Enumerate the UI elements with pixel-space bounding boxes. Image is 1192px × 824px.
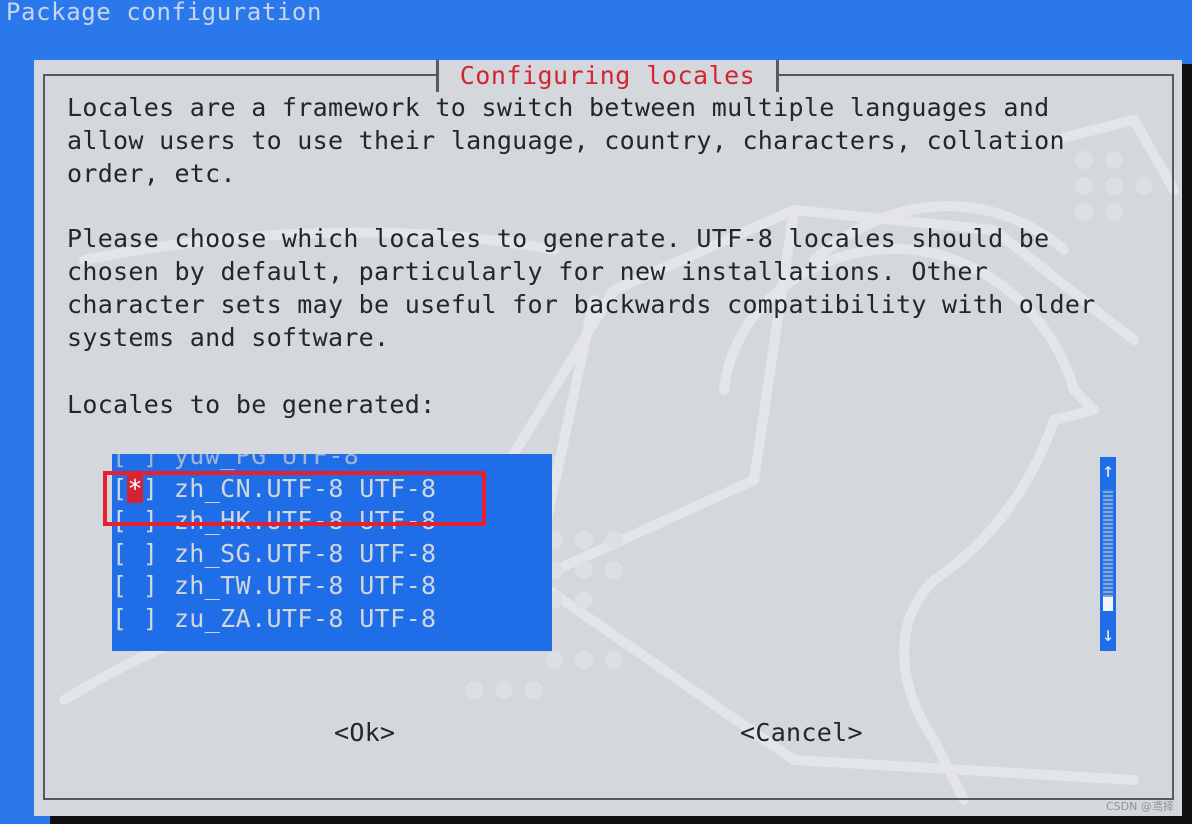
locales-scrollbar[interactable]: ↑ ↓ — [1100, 457, 1116, 651]
description-line: Please choose which locales to generate.… — [67, 224, 1050, 254]
checkbox-open: [ — [112, 454, 128, 470]
locales-dialog: Configuring locales Locales are a framew… — [34, 60, 1182, 816]
dialog-shadow-right — [1182, 64, 1192, 824]
scrollbar-thumb[interactable] — [1103, 597, 1113, 611]
scrollbar-track[interactable] — [1103, 489, 1113, 609]
checkbox-close: ] — [142, 571, 174, 601]
locale-name: zh_SG.UTF-8 UTF-8 — [173, 538, 437, 568]
checkbox-mark[interactable] — [127, 604, 142, 633]
window-title: Package configuration — [6, 0, 323, 26]
cancel-button[interactable]: <Cancel> — [740, 717, 863, 749]
description-line: Locales are a framework to switch betwee… — [67, 93, 1050, 122]
description-line: chosen by default, particularly for new … — [67, 256, 989, 286]
checkbox-mark[interactable] — [127, 571, 142, 600]
locales-list-label: Locales to be generated: — [67, 390, 436, 419]
arrow-up-icon[interactable]: ↑ — [1100, 459, 1116, 481]
checkbox-open: [ — [112, 571, 128, 601]
locale-name: yuw_PG UTF-8 — [173, 454, 360, 470]
locale-item-zh-tw[interactable]: [ ] zh_TW.UTF-8 UTF-8 — [112, 570, 552, 603]
checkbox-open: [ — [112, 538, 128, 568]
checkbox-mark[interactable] — [127, 539, 142, 568]
checkbox-mark[interactable] — [127, 454, 142, 470]
description-line: systems and software. — [67, 322, 390, 352]
description-line: allow users to use their language, count… — [67, 125, 1065, 155]
arrow-down-icon[interactable]: ↓ — [1100, 623, 1116, 645]
locale-name: zh_TW.UTF-8 UTF-8 — [173, 571, 437, 601]
selection-highlight-box — [103, 471, 486, 526]
watermark-credit: CSDN @鸢择 — [1106, 800, 1174, 813]
description-line: order, etc. — [67, 158, 236, 188]
locale-name: zu_ZA.UTF-8 UTF-8 — [173, 603, 437, 633]
dialog-title-box: Configuring locales — [436, 60, 779, 92]
checkbox-close: ] — [142, 454, 174, 470]
terminal-screen: Package configuration Configuring locale… — [0, 0, 1192, 824]
description-line: character sets may be useful for backwar… — [67, 289, 1096, 319]
checkbox-open: [ — [112, 603, 128, 633]
locale-item-zu-za[interactable]: [ ] zu_ZA.UTF-8 UTF-8 — [112, 603, 552, 636]
dialog-title: Configuring locales — [459, 61, 756, 90]
checkbox-close: ] — [142, 538, 174, 568]
locale-item-yuw-pg[interactable]: [ ] yuw_PG UTF-8 — [112, 454, 552, 473]
ok-button[interactable]: <Ok> — [334, 717, 395, 749]
checkbox-close: ] — [142, 603, 174, 633]
dialog-description: Locales are a framework to switch betwee… — [67, 92, 1157, 354]
locale-item-zh-sg[interactable]: [ ] zh_SG.UTF-8 UTF-8 — [112, 538, 552, 571]
